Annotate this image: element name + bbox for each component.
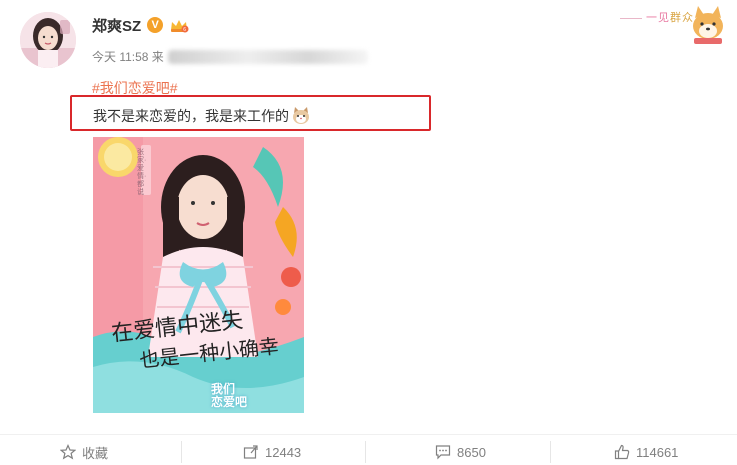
poster-artwork <box>93 137 304 413</box>
repost-button[interactable]: 12443 <box>243 443 301 461</box>
divider <box>550 441 551 463</box>
username-row: 郑爽SZ V 6 <box>92 15 189 35</box>
divider <box>365 441 366 463</box>
avatar-portrait-image <box>20 12 76 68</box>
favorite-button[interactable]: 收藏 <box>60 443 108 461</box>
post-time[interactable]: 今天 11:58 来 <box>92 48 164 65</box>
repost-icon <box>243 445 258 459</box>
decor-line <box>620 18 642 19</box>
username[interactable]: 郑爽SZ <box>92 15 141 36</box>
post-meta: 今天 11:58 来 <box>92 48 368 65</box>
poster-logo: 我们 恋爱吧 <box>211 383 247 409</box>
like-count: 114661 <box>636 444 679 460</box>
poster-logo-line2: 恋爱吧 <box>211 395 248 409</box>
divider <box>181 441 182 463</box>
post-text: 我不是来恋爱的，我是来工作的 <box>93 108 289 124</box>
shiba-dog-icon <box>693 6 723 44</box>
cat-face-emoji-icon <box>293 107 309 124</box>
drama-poster-image[interactable]: 张家·爱情·都说 在爱情中迷失 也是一种小确幸 我们 恋爱吧 <box>93 137 304 413</box>
poster-side-text: 张家·爱情·都说 <box>137 149 147 196</box>
repost-count: 12443 <box>265 444 302 460</box>
vip-crown-icon[interactable]: 6 <box>169 18 189 33</box>
post-text-row: 我不是来恋爱的，我是来工作的 <box>93 106 311 126</box>
avatar[interactable] <box>20 12 76 68</box>
comment-count: 8650 <box>457 444 486 460</box>
star-icon <box>60 444 76 460</box>
comment-button[interactable]: 8650 <box>435 443 486 461</box>
fan-sticker-text-a: 一见 <box>646 11 670 24</box>
svg-text:6: 6 <box>183 27 186 33</box>
thumbs-up-icon <box>614 444 630 460</box>
action-bar: 收藏 12443 8650 114661 <box>0 434 737 465</box>
verified-badge-icon[interactable]: V <box>147 17 164 33</box>
blurred-source <box>167 49 368 64</box>
fan-sticker-decoration: 一见群众 <box>612 0 737 44</box>
favorite-label: 收藏 <box>82 445 109 461</box>
comment-icon <box>435 445 451 460</box>
like-button[interactable]: 114661 <box>614 443 678 461</box>
